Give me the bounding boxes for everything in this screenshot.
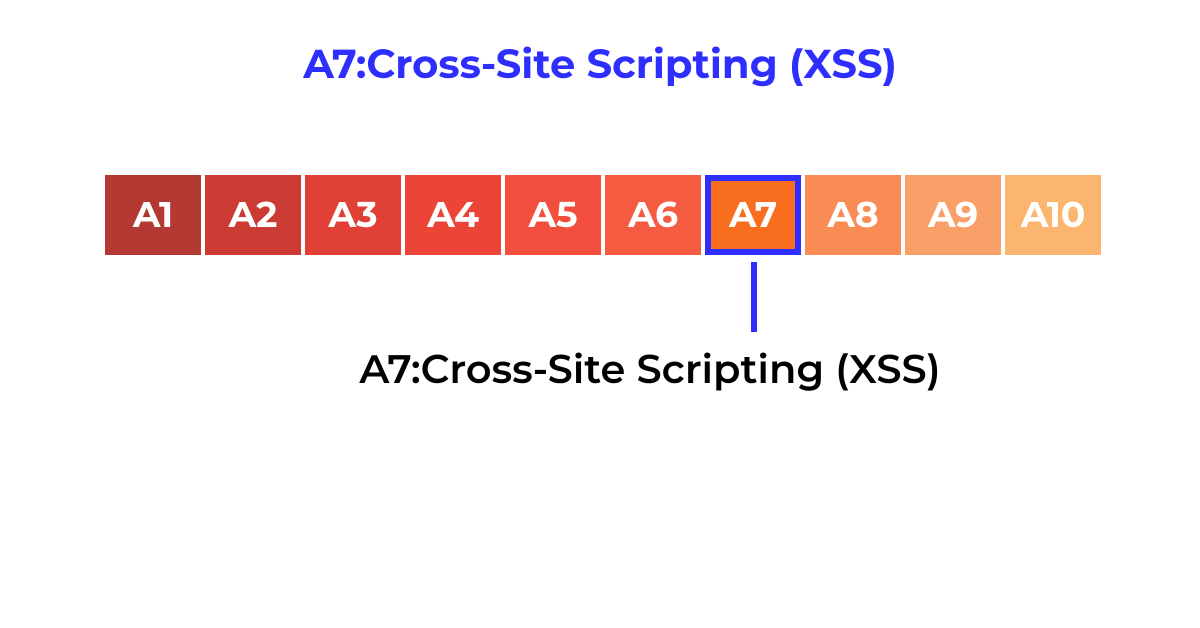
bar-label: A6 (628, 193, 678, 237)
bar-a2: A2 (205, 175, 301, 255)
highlight-connector-line (751, 262, 757, 332)
bar-a3: A3 (305, 175, 401, 255)
bar-label: A9 (928, 193, 978, 237)
bar-a9: A9 (905, 175, 1001, 255)
bar-a1: A1 (105, 175, 201, 255)
bar-a5: A5 (505, 175, 601, 255)
bar-label: A2 (229, 193, 278, 237)
bar-a6: A6 (605, 175, 701, 255)
owasp-top10-bar-row: A1 A2 A3 A4 A5 A6 A7 A8 A9 A10 (105, 175, 1101, 255)
bar-label: A4 (427, 193, 479, 237)
bar-label: A3 (328, 193, 377, 237)
bar-label: A10 (1021, 193, 1086, 237)
bar-label: A8 (827, 193, 878, 237)
bar-a8: A8 (805, 175, 901, 255)
bar-label: A1 (133, 193, 173, 237)
bar-label: A5 (529, 193, 578, 237)
highlight-annotation: A7:Cross-Site Scripting (XSS) (0, 345, 1200, 394)
bar-a10: A10 (1005, 175, 1101, 255)
bar-a7: A7 (705, 175, 801, 255)
page-title: A7:Cross-Site Scripting (XSS) (0, 40, 1200, 89)
bar-label: A7 (729, 193, 777, 237)
bar-a4: A4 (405, 175, 501, 255)
